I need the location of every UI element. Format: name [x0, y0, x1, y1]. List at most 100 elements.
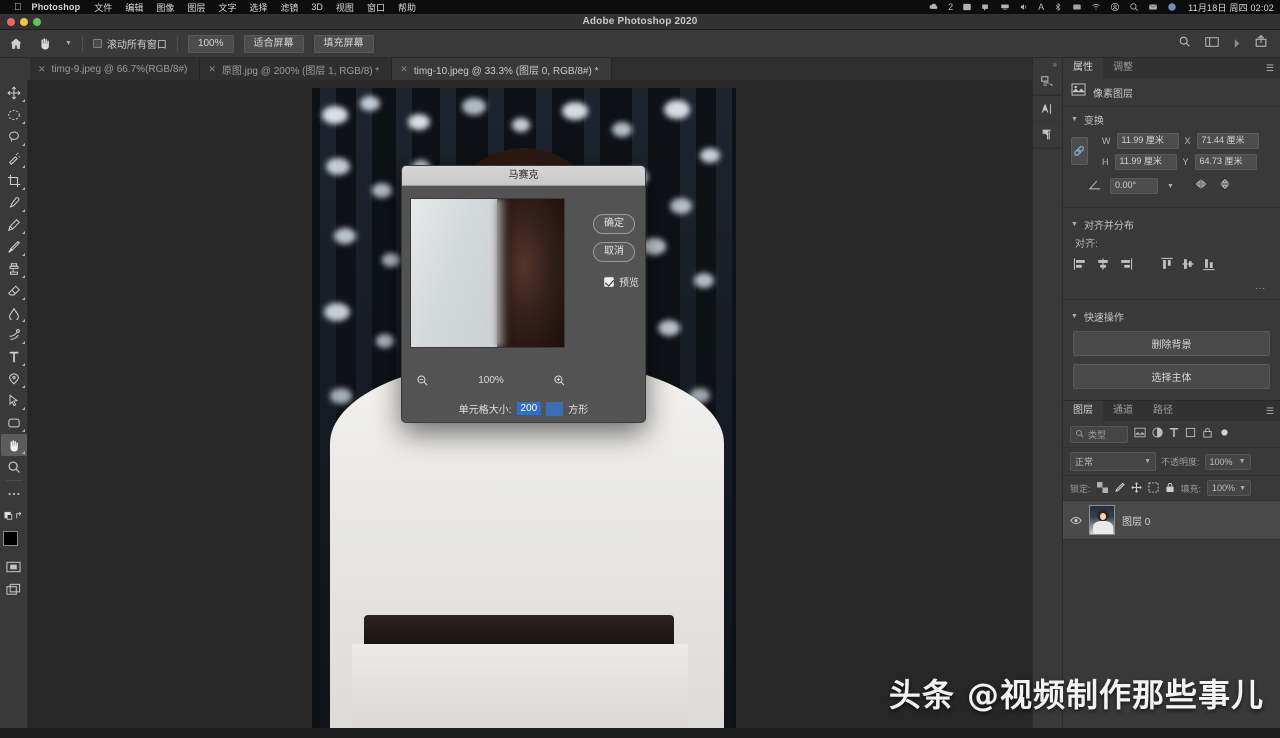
scroll-all-windows-checkbox[interactable]: 滚动所有窗口	[93, 36, 167, 51]
wifi-icon[interactable]	[1091, 2, 1101, 12]
menu-image[interactable]: 图像	[156, 1, 174, 14]
lock-artboard-icon[interactable]	[1148, 482, 1159, 495]
cloud-sync-icon[interactable]	[929, 2, 939, 12]
shape-tool[interactable]	[1, 412, 27, 434]
close-icon[interactable]: ✕	[208, 64, 216, 75]
flip-vertical-icon[interactable]	[1218, 177, 1232, 196]
move-tool[interactable]	[1, 82, 27, 104]
opacity-field[interactable]: 100% ▼	[1205, 454, 1251, 470]
menu-help[interactable]: 帮助	[398, 1, 416, 14]
blur-tool[interactable]	[1, 324, 27, 346]
lock-all-icon[interactable]	[1165, 482, 1175, 495]
filter-pixel-icon[interactable]	[1134, 425, 1146, 443]
align-center-vertical-icon[interactable]	[1182, 257, 1194, 276]
lock-position-icon[interactable]	[1131, 482, 1142, 495]
control-center-icon[interactable]	[1167, 2, 1177, 12]
chevron-down-icon[interactable]: ▼	[1167, 183, 1174, 190]
brush-tool[interactable]	[1, 236, 27, 258]
lock-image-icon[interactable]	[1114, 482, 1125, 495]
zoom-tool[interactable]	[1, 456, 27, 478]
clone-stamp-tool[interactable]	[1, 258, 27, 280]
x-position-field[interactable]: 71.44 厘米	[1197, 133, 1259, 149]
close-icon[interactable]: ✕	[400, 64, 408, 75]
mail-icon[interactable]	[1148, 2, 1158, 12]
canvas-area[interactable]: 马赛克 确定 取消 预览 100%	[28, 80, 1032, 738]
document-tab-1[interactable]: ✕ timg-9.jpeg @ 66.7%(RGB/8#)	[30, 58, 200, 80]
preview-checkbox[interactable]: 预览	[604, 274, 639, 289]
tab-properties[interactable]: 属性	[1063, 58, 1103, 78]
dialog-preview-thumbnail[interactable]	[410, 198, 565, 348]
lock-transparent-icon[interactable]	[1097, 482, 1108, 495]
filter-toggle-icon[interactable]	[1219, 425, 1230, 443]
eraser-tool[interactable]	[1, 280, 27, 302]
home-icon[interactable]	[8, 36, 24, 52]
menu-3d[interactable]: 3D	[311, 2, 323, 12]
align-top-icon[interactable]	[1161, 257, 1173, 276]
airplay-icon[interactable]	[981, 2, 991, 12]
lasso-tool[interactable]	[1, 126, 27, 148]
menu-window[interactable]: 窗口	[367, 1, 385, 14]
spotlight-icon[interactable]	[1129, 2, 1139, 12]
tool-preset-chevron-down-icon[interactable]: ▼	[65, 40, 72, 47]
workspace-icon[interactable]	[1205, 35, 1219, 53]
tab-layers[interactable]: 图层	[1063, 401, 1103, 421]
search-icon[interactable]	[1178, 35, 1191, 53]
align-center-horizontal-icon[interactable]	[1096, 257, 1110, 275]
volume-icon[interactable]	[1019, 2, 1029, 12]
menu-layer[interactable]: 图层	[187, 1, 205, 14]
hand-tool[interactable]	[1, 434, 27, 456]
cell-size-input-remainder[interactable]	[546, 402, 563, 416]
height-field[interactable]: 11.99 厘米	[1115, 154, 1177, 170]
mosaic-dialog[interactable]: 马赛克 确定 取消 预览 100%	[401, 165, 646, 423]
healing-brush-tool[interactable]	[1, 214, 27, 236]
display-icon[interactable]	[1000, 2, 1010, 12]
document-tab-3[interactable]: ✕ timg-10.jpeg @ 33.3% (图层 0, RGB/8#) *	[392, 58, 611, 80]
layer-row[interactable]: 图层 0	[1063, 501, 1280, 540]
quick-actions-section-header[interactable]: ▼ 快速操作	[1063, 304, 1280, 327]
quick-mask-icon[interactable]	[1, 556, 27, 578]
tab-paths[interactable]: 路径	[1143, 401, 1183, 421]
type-tool[interactable]	[1, 346, 27, 368]
crop-tool[interactable]	[1, 170, 27, 192]
width-field[interactable]: 11.99 厘米	[1117, 133, 1179, 149]
filter-type-icon[interactable]	[1169, 425, 1179, 443]
user-icon[interactable]	[1110, 2, 1120, 12]
apple-icon[interactable]: 	[14, 2, 22, 13]
layer-name[interactable]: 图层 0	[1122, 513, 1150, 528]
menu-view[interactable]: 视图	[336, 1, 354, 14]
fill-screen-button[interactable]: 填充屏幕	[314, 35, 374, 53]
align-bottom-icon[interactable]	[1203, 257, 1215, 276]
select-subject-button[interactable]: 选择主体	[1073, 364, 1270, 389]
share-icon[interactable]	[1254, 34, 1268, 53]
remove-background-button[interactable]: 删除背景	[1073, 331, 1270, 356]
screen-recorder-icon[interactable]	[1072, 2, 1082, 12]
menu-type[interactable]: 文字	[218, 1, 236, 14]
menu-select[interactable]: 选择	[249, 1, 267, 14]
close-icon[interactable]: ✕	[38, 64, 46, 75]
link-dimensions-icon[interactable]: 🔗	[1071, 137, 1088, 165]
quick-selection-tool[interactable]	[1, 148, 27, 170]
eyedropper-tool[interactable]	[1, 192, 27, 214]
default-colors-icon[interactable]	[1, 505, 27, 527]
fill-field[interactable]: 100% ▼	[1207, 480, 1251, 496]
collapse-panels-icon[interactable]: »	[1033, 58, 1062, 69]
eye-icon[interactable]	[1070, 516, 1082, 525]
filter-adjustment-icon[interactable]	[1152, 425, 1163, 443]
menubar-clock[interactable]: 11月18日 周四 02:02	[1188, 1, 1274, 14]
tab-channels[interactable]: 通道	[1103, 401, 1143, 421]
foreground-color-swatch[interactable]	[3, 531, 18, 546]
zoom-in-icon[interactable]	[553, 374, 566, 387]
blend-mode-select[interactable]: 正常 ▼	[1070, 452, 1156, 471]
align-right-icon[interactable]	[1119, 257, 1133, 275]
y-position-field[interactable]: 64.73 厘米	[1195, 154, 1257, 170]
layer-kind-filter[interactable]: 类型	[1070, 426, 1128, 443]
panel-menu-icon[interactable]: ☰	[1266, 64, 1274, 72]
cancel-button[interactable]: 取消	[593, 242, 635, 262]
input-source-icon[interactable]: A	[1038, 2, 1044, 12]
color-swatches[interactable]	[1, 530, 27, 556]
align-left-icon[interactable]	[1073, 257, 1087, 275]
filter-smart-icon[interactable]	[1202, 425, 1213, 443]
transform-section-header[interactable]: ▼ 变换	[1063, 107, 1280, 130]
hand-tool-icon[interactable]	[34, 35, 54, 53]
fit-screen-button[interactable]: 适合屏幕	[244, 35, 304, 53]
